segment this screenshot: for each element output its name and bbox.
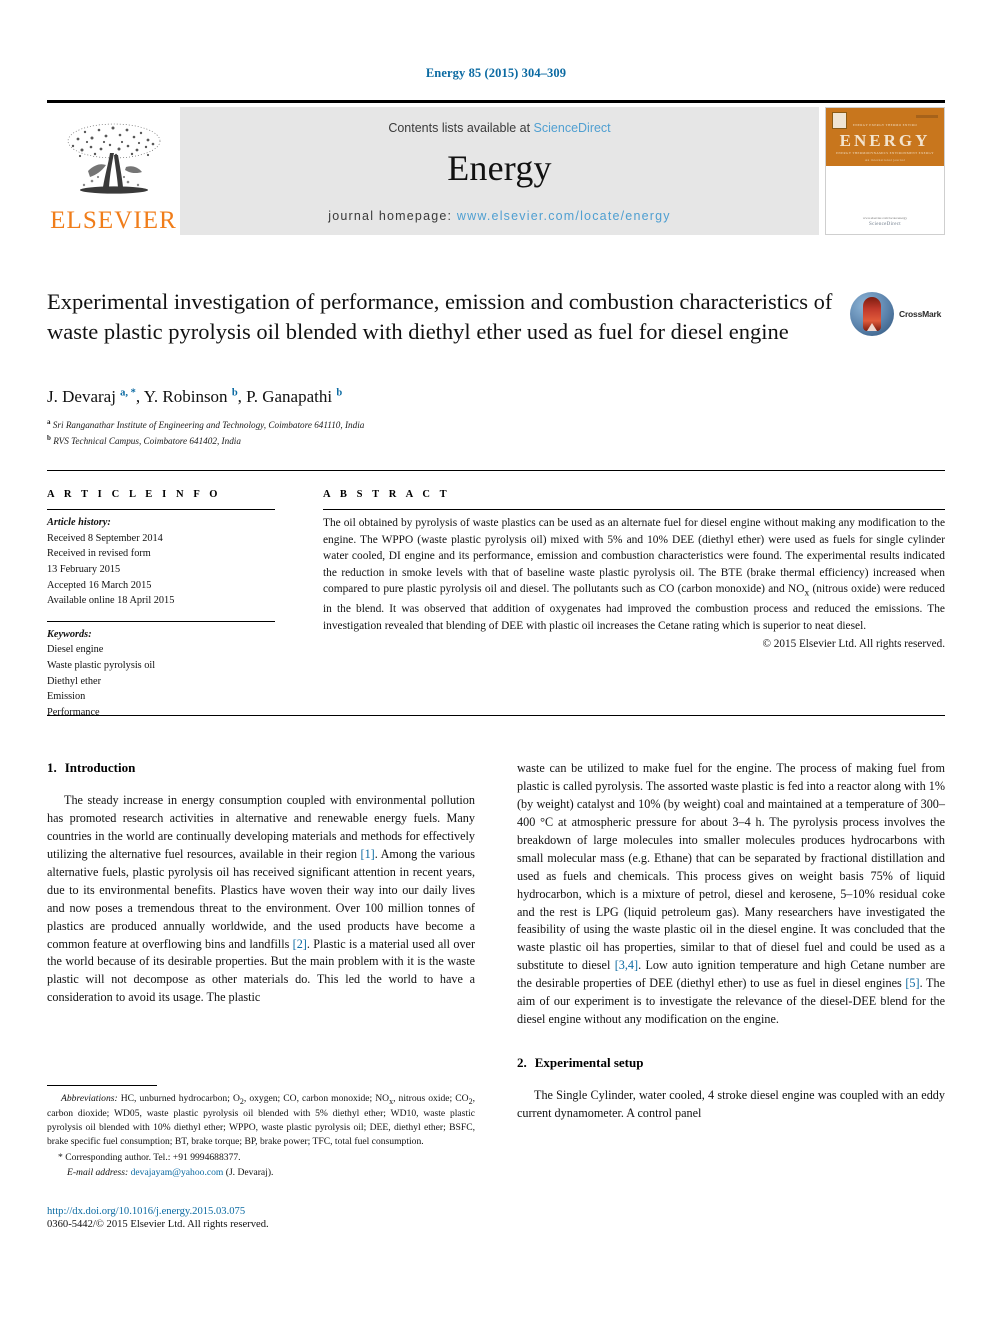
footnote-block: Abbreviations: HC, unburned hydrocarbon;…	[47, 1085, 475, 1179]
abstract-rule	[323, 509, 945, 510]
article-info-rule	[47, 509, 275, 510]
crossmark-label: CrossMark	[899, 309, 942, 319]
keyword-4: Performance	[47, 707, 100, 719]
cover-sciencedirect-sub: www.elsevier.com/locate/energy	[862, 216, 908, 220]
keyword-1: Waste plastic pyrolysis oil	[47, 660, 156, 672]
cover-energy-title: ENERGY	[839, 131, 931, 150]
author-list: J. Devaraj a, *, Y. Robinson b, P. Ganap…	[47, 387, 343, 406]
email-link[interactable]: devajayam@yahoo.com	[131, 1167, 224, 1178]
contents-available-line: Contents lists available at ScienceDirec…	[180, 121, 819, 135]
experimental-paragraph-1: The Single Cylinder, water cooled, 4 str…	[517, 1088, 945, 1120]
abstract-column: A B S T R A C T The oil obtained by pyro…	[323, 489, 945, 650]
affiliation-text-b: RVS Technical Campus, Coimbatore 641402,…	[53, 435, 241, 446]
article-history-label: Article history:	[47, 517, 111, 528]
email-owner: (J. Devaraj).	[223, 1166, 274, 1178]
elsevier-wordmark: ELSEVIER	[50, 207, 177, 234]
sciencedirect-link[interactable]: ScienceDirect	[534, 121, 611, 135]
affiliation-list: a Sri Ranganathar Institute of Engineeri…	[47, 417, 747, 448]
keyword-0: Diesel engine	[47, 644, 104, 656]
issn-copyright: 0360-5442/© 2015 Elsevier Ltd. All right…	[47, 1219, 269, 1230]
intro-paragraph-1: The steady increase in energy consumptio…	[47, 792, 475, 1007]
doi-link[interactable]: http://dx.doi.org/10.1016/j.energy.2015.…	[47, 1206, 547, 1217]
history-item-0: Received 8 September 2014	[47, 532, 163, 544]
citation-3-4[interactable]: [3,4]	[615, 958, 638, 972]
abbreviations-label: Abbreviations:	[61, 1093, 118, 1104]
citation-5[interactable]: [5]	[905, 976, 919, 990]
title-area: Experimental investigation of performanc…	[47, 287, 945, 347]
keywords-separator-rule	[47, 620, 275, 622]
keywords-label: Keywords:	[47, 628, 92, 640]
citation-2[interactable]: [2]	[293, 937, 307, 951]
section-heading-experimental-setup: 2. Experimental setup	[517, 1055, 945, 1071]
running-head: Energy 85 (2015) 304–309	[425, 66, 567, 80]
intro-paragraph-continued: waste can be utilized to make fuel for t…	[517, 760, 945, 1029]
footnote-rule	[47, 1085, 157, 1086]
email-label: E-mail address:	[67, 1166, 129, 1178]
doi-footer: http://dx.doi.org/10.1016/j.energy.2015.…	[47, 1206, 547, 1230]
journal-title: Energy	[447, 148, 552, 188]
history-item-2: 13 February 2015	[47, 563, 121, 575]
abstract-copyright: © 2015 Elsevier Ltd. All rights reserved…	[762, 638, 946, 651]
crossmark-icon	[850, 292, 894, 336]
journal-masthead: ELSEVIER Contents lists available at Sci…	[47, 100, 945, 235]
history-item-1: Received in revised form	[47, 548, 151, 560]
history-item-3: Accepted 16 March 2015	[47, 579, 152, 591]
body-column-left: 1. Introduction The steady increase in en…	[47, 760, 475, 1007]
journal-banner: Contents lists available at ScienceDirec…	[180, 107, 819, 235]
body-column-right: waste can be utilized to make fuel for t…	[517, 760, 945, 1123]
affiliation-mark-a: a	[47, 418, 51, 426]
crossmark-arrow-icon	[867, 323, 877, 331]
intro-text-b: . Among the various alternative fuels, p…	[47, 846, 475, 951]
journal-cover-thumbnail: ENERGY EXERGY THERMO ENVIRO ENERGY ENERG…	[825, 107, 945, 235]
paper-page: Energy 85 (2015) 304–309 ELSEVIER Conten…	[0, 0, 992, 1323]
section-title-1: Introduction	[64, 760, 136, 775]
email-note: E-mail address: devajayam@yahoo.com (J. …	[47, 1166, 475, 1180]
cover-sciencedirect-label: ScienceDirect	[869, 222, 901, 227]
section-heading-introduction: 1. Introduction	[47, 760, 475, 776]
cover-corner-rule	[916, 115, 938, 118]
homepage-url-link[interactable]: www.elsevier.com/locate/energy	[457, 209, 671, 223]
elsevier-logo: ELSEVIER	[47, 107, 180, 235]
contents-prefix: Contents lists available at	[388, 121, 534, 135]
abbreviations-note: Abbreviations: HC, unburned hydrocarbon;…	[47, 1092, 475, 1149]
intro-cont-a: waste can be utilized to make fuel for t…	[517, 761, 945, 973]
affiliation-b: b RVS Technical Campus, Coimbatore 64140…	[47, 433, 747, 449]
keywords-group: Keywords: Diesel engine Waste plastic py…	[47, 627, 275, 721]
section-number-1: 1.	[47, 760, 57, 775]
info-block-top-rule	[47, 470, 945, 471]
affiliation-mark-b: b	[47, 433, 51, 442]
affiliation-a: a Sri Ranganathar Institute of Engineeri…	[47, 417, 747, 433]
cover-microtext-top: ENERGY EXERGY THERMO ENVIRO	[852, 123, 918, 127]
page-title: Experimental investigation of performanc…	[47, 289, 833, 344]
abstract-heading: A B S T R A C T	[323, 489, 451, 500]
keyword-2: Diethyl ether	[47, 675, 102, 687]
elsevier-tree-icon	[67, 123, 160, 194]
article-history-group: Article history: Received 8 September 20…	[47, 515, 275, 609]
keyword-3: Emission	[47, 691, 86, 703]
history-item-4: Available online 18 April 2015	[47, 595, 175, 607]
section-number-2: 2.	[517, 1055, 527, 1071]
section-title-2: Experimental setup	[534, 1055, 644, 1071]
crossmark-badge-group[interactable]: CrossMark	[850, 291, 945, 337]
article-info-heading: A R T I C L E I N F O	[47, 489, 222, 500]
abstract-body: The oil obtained by pyrolysis of waste p…	[323, 517, 945, 632]
homepage-prefix: journal homepage:	[328, 209, 457, 223]
cover-microtext-bottom: ENERGY THERMODYNAMICS ENVIRONMENT EXERGY	[836, 151, 934, 155]
journal-homepage-line: journal homepage: www.elsevier.com/locat…	[180, 209, 819, 223]
cover-tagline: An international journal	[864, 158, 906, 162]
corresponding-author-note: * Corresponding author. Tel.: +91 999468…	[58, 1151, 241, 1163]
affiliation-text-a: Sri Ranganathar Institute of Engineering…	[52, 420, 365, 431]
article-info-column: A R T I C L E I N F O Article history: R…	[47, 489, 275, 721]
citation-1[interactable]: [1]	[361, 847, 375, 861]
